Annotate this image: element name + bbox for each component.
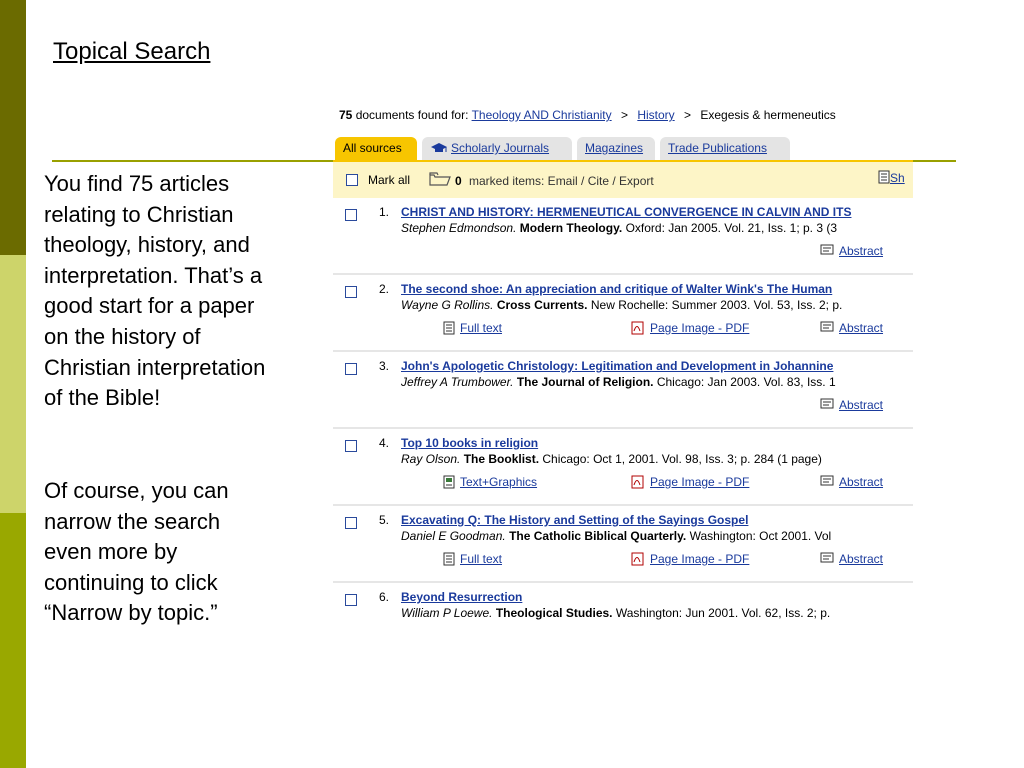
slide-title: Topical Search: [53, 38, 211, 65]
tab-label: Magazines: [585, 141, 644, 155]
result-checkbox[interactable]: [345, 440, 357, 452]
result-links: Full text Page Image - PDF Abstract: [333, 552, 913, 568]
result-number: 6.: [379, 590, 390, 604]
breadcrumb-separator: >: [684, 108, 692, 122]
full-text-icon: [443, 552, 455, 566]
pdf-icon: [631, 552, 644, 566]
result-title-link[interactable]: Excavating Q: The History and Setting of…: [401, 513, 748, 527]
breadcrumb-separator: >: [620, 108, 628, 122]
full-text-icon: [443, 321, 455, 335]
result-number: 2.: [379, 282, 390, 296]
marked-count: 0: [455, 174, 462, 188]
result-title-link[interactable]: John's Apologetic Christology: Legitimat…: [401, 359, 833, 373]
stripe-segment-dark: [0, 0, 26, 255]
stripe-segment-light: [0, 255, 26, 513]
result-citation: Stephen Edmondson. Modern Theology. Oxfo…: [401, 221, 838, 235]
result-links: Full text Page Image - PDF Abstract: [333, 321, 913, 337]
text-graphics-link[interactable]: Text+Graphics: [460, 475, 537, 489]
result-title-link[interactable]: Beyond Resurrection: [401, 590, 522, 604]
full-text-link[interactable]: Full text: [460, 552, 502, 566]
result-checkbox[interactable]: [345, 517, 357, 529]
result-row: 5. Excavating Q: The History and Setting…: [333, 506, 913, 583]
pdf-link[interactable]: Page Image - PDF: [650, 552, 749, 566]
result-title-link[interactable]: Top 10 books in religion: [401, 436, 538, 450]
search-results-screenshot: 75 documents found for: Theology AND Chr…: [333, 98, 913, 638]
found-text: documents found for:: [355, 108, 469, 122]
document-icon: [878, 170, 890, 184]
tab-label: Scholarly Journals: [451, 141, 550, 155]
result-citation: Wayne G Rollins. Cross Currents. New Roc…: [401, 298, 843, 312]
breadcrumb: 75 documents found for: Theology AND Chr…: [339, 108, 836, 122]
abstract-icon: [820, 552, 834, 563]
left-decorative-stripe: [0, 0, 26, 768]
result-number: 1.: [379, 205, 390, 219]
result-checkbox[interactable]: [345, 209, 357, 221]
body-paragraph-2: Of course, you can narrow the search eve…: [44, 478, 229, 626]
tab-label: Trade Publications: [668, 141, 767, 155]
result-row: 3. John's Apologetic Christology: Legiti…: [333, 352, 913, 429]
tab-trade-publications[interactable]: Trade Publications: [660, 137, 790, 160]
abstract-icon: [820, 398, 834, 409]
mark-all-checkbox[interactable]: [346, 174, 358, 186]
pdf-icon: [631, 475, 644, 489]
abstract-link[interactable]: Abstract: [839, 321, 883, 335]
result-row: 2. The second shoe: An appreciation and …: [333, 275, 913, 352]
tab-scholarly-journals[interactable]: Scholarly Journals: [422, 137, 572, 160]
abstract-link[interactable]: Abstract: [839, 475, 883, 489]
abstract-icon: [820, 321, 834, 332]
result-row: 4. Top 10 books in religion Ray Olson. T…: [333, 429, 913, 506]
breadcrumb-subtopic: Exegesis & hermeneutics: [700, 108, 836, 122]
result-citation: Ray Olson. The Booklist. Chicago: Oct 1,…: [401, 452, 822, 466]
pdf-link[interactable]: Page Image - PDF: [650, 475, 749, 489]
result-checkbox[interactable]: [345, 286, 357, 298]
body-paragraph-1: You find 75 articles relating to Christi…: [44, 171, 266, 411]
result-number: 3.: [379, 359, 390, 373]
result-row: 6. Beyond Resurrection William P Loewe. …: [333, 583, 913, 638]
abstract-link[interactable]: Abstract: [839, 398, 883, 412]
result-count: 75: [339, 108, 353, 122]
text-graphics-icon: [443, 475, 455, 489]
results-toolbar: Mark all 0 marked items: Email / Cite / …: [333, 160, 913, 198]
tab-all-sources[interactable]: All sources: [335, 137, 417, 160]
result-citation: Jeffrey A Trumbower. The Journal of Reli…: [401, 375, 836, 389]
breadcrumb-topic-link[interactable]: History: [637, 108, 674, 122]
result-citation: William P Loewe. Theological Studies. Wa…: [401, 606, 831, 620]
pdf-icon: [631, 321, 644, 335]
stripe-segment-mid: [0, 513, 26, 768]
full-text-link[interactable]: Full text: [460, 321, 502, 335]
marked-items-link[interactable]: marked items: Email / Cite / Export: [469, 174, 654, 188]
result-links: Abstract: [333, 398, 913, 414]
tab-magazines[interactable]: Magazines: [577, 137, 655, 160]
result-checkbox[interactable]: [345, 594, 357, 606]
show-link[interactable]: Sh: [878, 170, 905, 185]
result-citation: Daniel E Goodman. The Catholic Biblical …: [401, 529, 832, 543]
breadcrumb-query-link[interactable]: Theology AND Christianity: [472, 108, 612, 122]
mark-all-label[interactable]: Mark all: [368, 173, 410, 187]
abstract-link[interactable]: Abstract: [839, 552, 883, 566]
result-number: 5.: [379, 513, 390, 527]
abstract-icon: [820, 475, 834, 486]
tab-label: All sources: [343, 141, 402, 155]
graduation-cap-icon: [430, 142, 448, 154]
pdf-link[interactable]: Page Image - PDF: [650, 321, 749, 335]
result-title-link[interactable]: CHRIST AND HISTORY: HERMENEUTICAL CONVER…: [401, 205, 851, 219]
result-checkbox[interactable]: [345, 363, 357, 375]
result-links: Abstract: [333, 244, 913, 260]
abstract-link[interactable]: Abstract: [839, 244, 883, 258]
source-tabs: All sources Scholarly Journals Magazines…: [333, 136, 913, 160]
abstract-icon: [820, 244, 834, 255]
result-title-link[interactable]: The second shoe: An appreciation and cri…: [401, 282, 832, 296]
result-row: 1. CHRIST AND HISTORY: HERMENEUTICAL CON…: [333, 198, 913, 275]
folder-icon: [429, 172, 451, 191]
result-links: Text+Graphics Page Image - PDF Abstract: [333, 475, 913, 491]
result-number: 4.: [379, 436, 390, 450]
